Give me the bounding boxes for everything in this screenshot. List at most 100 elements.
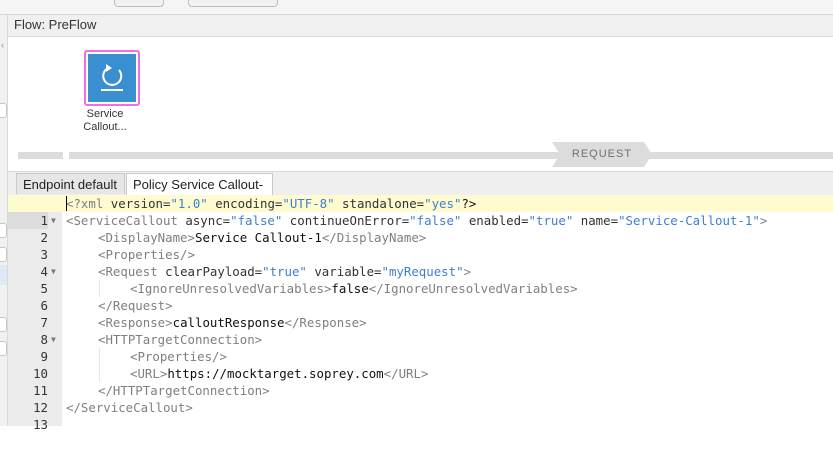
flow-title: Flow: PreFlow: [14, 17, 97, 32]
navigator-selected-item[interactable]: [0, 265, 7, 285]
policy-label-line2: Callout...: [83, 121, 127, 133]
code-line[interactable]: 11 <URL>https://mocktarget.soprey.com</U…: [8, 365, 833, 398]
code-line[interactable]: 7 </Request>: [8, 297, 833, 330]
code-line[interactable]: 2 ▼ <ServiceCallout async="false" contin…: [8, 212, 833, 245]
attr-value: "Service-Callout-1": [618, 213, 760, 228]
line-number: 13: [33, 417, 48, 432]
line-code: <Request clearPayload="true" variable="m…: [98, 263, 471, 280]
tag: </ServiceCallout>: [66, 400, 193, 415]
tag: </Request>: [98, 298, 173, 313]
track-segment: [69, 152, 833, 159]
line-code: <IgnoreUnresolvedVariables>false</Ignore…: [130, 280, 578, 297]
tag: <Properties/>: [130, 349, 227, 364]
tag: <IgnoreUnresolvedVariables>: [130, 281, 332, 296]
policy-label: Service Callout...: [70, 108, 140, 134]
code-line[interactable]: 4 <Properties/>: [8, 246, 833, 279]
navigator-item-stub[interactable]: [0, 341, 7, 356]
code-editor[interactable]: 1 <?xml version="1.0" encoding="UTF-8" s…: [8, 195, 833, 432]
flow-canvas: Service Callout... REQUEST: [8, 37, 833, 171]
attr-name: version=: [103, 196, 171, 211]
indent-guide: [99, 280, 100, 297]
pi-close: ?>: [461, 196, 477, 211]
toolbar-button-stub[interactable]: [114, 0, 164, 7]
request-label: REQUEST: [571, 148, 633, 160]
code-line[interactable]: 10 <Properties/>: [8, 348, 833, 381]
attr-value: "UTF-8": [282, 196, 335, 211]
line-code: <Properties/>: [130, 348, 227, 365]
tag: <DisplayName>: [98, 230, 195, 245]
code-line[interactable]: 8 <Response>calloutResponse</Response>: [8, 314, 833, 347]
line-code: <?xml version="1.0" encoding="UTF-8" sta…: [66, 195, 476, 212]
editor-tab-bar: Endpoint default Policy Service Callout-…: [8, 172, 833, 213]
code-line[interactable]: 5 ▼ <Request clearPayload="true" variabl…: [8, 263, 833, 296]
tag: </URL>: [383, 366, 429, 381]
line-code: </ServiceCallout>: [66, 399, 193, 416]
service-callout-icon: [88, 54, 136, 102]
line-code: <Properties/>: [98, 246, 195, 263]
attr-value: "myRequest": [381, 264, 464, 279]
text-cursor: [66, 196, 67, 211]
navigator-item-stub[interactable]: [0, 247, 7, 262]
tag: <Response>: [98, 315, 173, 330]
code-line[interactable]: 6 <IgnoreUnresolvedVariables>false</Igno…: [8, 280, 833, 313]
attr-name: standalone=: [334, 196, 425, 211]
fold-arrow-icon[interactable]: ▼: [51, 263, 59, 280]
fold-arrow-icon[interactable]: ▼: [51, 212, 59, 229]
attr-name: async=: [177, 213, 231, 228]
attr-name: continueOnError=: [282, 213, 410, 228]
fold-arrow-icon[interactable]: ▼: [51, 331, 59, 348]
flow-header: Flow: PreFlow: [8, 15, 833, 37]
code-line[interactable]: 3 <DisplayName>Service Callout-1</Displa…: [8, 229, 833, 262]
attr-value: "true": [262, 264, 307, 279]
indent-guide: [99, 365, 100, 382]
attr-name: name=: [573, 213, 619, 228]
attr-value: "1.0": [170, 196, 208, 211]
tag: <Properties/>: [98, 247, 195, 262]
line-code: <ServiceCallout async= "false" continueOn…: [66, 212, 767, 229]
attr-value: "yes": [424, 196, 462, 211]
tag: <HTTPTargetConnection>: [98, 332, 263, 347]
text-value: https://mocktarget.soprey.com: [167, 366, 384, 381]
code-line[interactable]: 13 </ServiceCallout>: [8, 399, 833, 432]
attr-name: enabled=: [461, 213, 529, 228]
track-segment: [18, 152, 63, 159]
code-line[interactable]: 12 </HTTPTargetConnection>: [8, 382, 833, 415]
line-code: <URL>https://mocktarget.soprey.com</URL>: [130, 365, 428, 382]
code-line[interactable]: 1 <?xml version="1.0" encoding="UTF-8" s…: [8, 195, 833, 229]
line-code: <DisplayName>Service Callout-1</DisplayN…: [98, 229, 426, 246]
line-code: <HTTPTargetConnection>: [98, 331, 262, 348]
attr-value: "false": [409, 213, 462, 228]
navigator-item-stub[interactable]: [0, 317, 7, 332]
attr-name: clearPayload=: [157, 264, 263, 279]
tag: <ServiceCallout: [66, 213, 178, 228]
tag: >: [463, 264, 472, 279]
tab-endpoint-default[interactable]: Endpoint default: [16, 173, 125, 194]
attr-value: "true": [528, 213, 574, 228]
text-value: Service Callout-1: [194, 230, 322, 245]
navigator-panel-edge[interactable]: ‹: [0, 15, 8, 426]
line-code: </HTTPTargetConnection>: [98, 382, 270, 399]
tag: </DisplayName>: [321, 230, 427, 245]
policy-tile-service-callout[interactable]: [84, 50, 140, 106]
line-code: <Response>calloutResponse</Response>: [98, 314, 367, 331]
navigator-item-stub[interactable]: [0, 103, 7, 118]
request-flow-track: [18, 152, 833, 159]
line-code: </Request>: [98, 297, 173, 314]
request-arrow: REQUEST: [552, 142, 652, 167]
tag: <Request: [98, 264, 158, 279]
policy-label-line1: Service: [86, 108, 124, 120]
navigator-item-stub[interactable]: [0, 223, 7, 238]
indent-guide: [99, 348, 100, 365]
code-line[interactable]: 9 ▼ <HTTPTargetConnection>: [8, 331, 833, 364]
tab-policy-service-callout[interactable]: Policy Service Callout-1: [126, 173, 273, 213]
toolbar-button-stub[interactable]: [188, 0, 278, 7]
tag: </HTTPTargetConnection>: [98, 383, 270, 398]
text-value: calloutResponse: [172, 315, 285, 330]
text-value: false: [331, 281, 369, 296]
pi-open: <?: [66, 196, 81, 211]
collapse-arrow-icon[interactable]: ‹: [1, 40, 4, 50]
tag: </Response>: [284, 315, 367, 330]
top-toolbar-strip: [0, 0, 833, 15]
attr-name: variable=: [306, 264, 382, 279]
tag: >: [759, 213, 768, 228]
